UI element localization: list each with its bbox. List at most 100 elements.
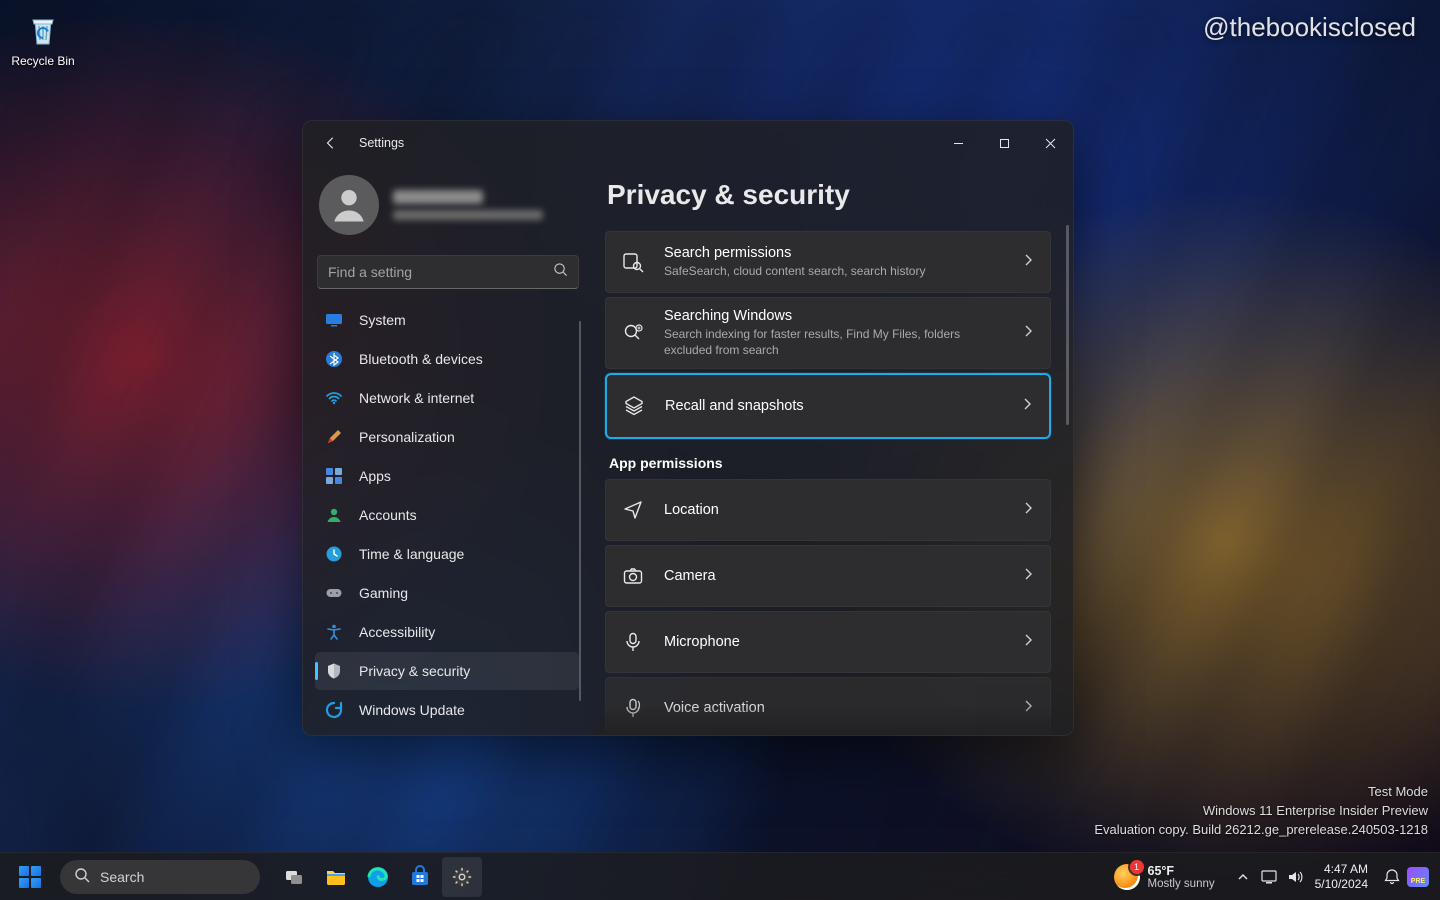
nav-update[interactable]: Windows Update	[315, 691, 579, 723]
page-title: Privacy & security	[607, 179, 1051, 211]
store-icon	[408, 865, 432, 889]
voice-icon	[622, 697, 644, 719]
cards-top: Search permissions SafeSearch, cloud con…	[605, 231, 1051, 439]
watermark-line-2: Windows 11 Enterprise Insider Preview	[1094, 802, 1428, 821]
tray-volume-icon[interactable]	[1283, 862, 1307, 892]
weather-desc: Mostly sunny	[1148, 878, 1215, 890]
card-voice[interactable]: Voice activation	[605, 677, 1051, 735]
weather-widget[interactable]: 1 65°F Mostly sunny	[1114, 864, 1215, 890]
file-explorer-button[interactable]	[316, 857, 356, 897]
profile-email-blurred	[393, 210, 543, 220]
nav-label: Accessibility	[359, 624, 435, 640]
profile-block[interactable]	[313, 171, 583, 249]
nav-label: Bluetooth & devices	[359, 351, 483, 367]
titlebar[interactable]: Settings	[303, 121, 1073, 165]
nav-list: System Bluetooth & devices Network & int…	[313, 301, 583, 723]
watermark-line-1: Test Mode	[1094, 783, 1428, 802]
nav-bluetooth[interactable]: Bluetooth & devices	[315, 340, 579, 378]
recycle-bin-icon	[23, 10, 63, 50]
card-microphone[interactable]: Microphone	[605, 611, 1051, 673]
apps-icon	[325, 467, 343, 485]
pre-badge: PRE	[1407, 867, 1429, 887]
card-title: Search permissions	[664, 245, 1002, 261]
close-button[interactable]	[1027, 121, 1073, 165]
microphone-icon	[622, 631, 644, 653]
card-location[interactable]: Location	[605, 479, 1051, 541]
task-view-button[interactable]	[274, 857, 314, 897]
chevron-right-icon	[1022, 324, 1034, 342]
content-scrollbar[interactable]	[1066, 225, 1069, 721]
edge-button[interactable]	[358, 857, 398, 897]
search-input[interactable]	[328, 264, 545, 280]
tray-date: 5/10/2024	[1315, 877, 1368, 892]
nav-accessibility[interactable]: Accessibility	[315, 613, 579, 651]
card-title: Searching Windows	[664, 308, 1002, 324]
card-recall[interactable]: Recall and snapshots	[605, 373, 1051, 439]
cards-permissions: Location Camera Microphone	[605, 479, 1051, 735]
search-permissions-icon	[622, 251, 644, 273]
gear-icon	[451, 866, 473, 888]
desktop: Recycle Bin @thebookisclosed Test Mode W…	[0, 0, 1440, 900]
profile-name-blurred	[393, 190, 483, 204]
watermark-handle: @thebookisclosed	[1203, 12, 1416, 43]
card-title: Microphone	[664, 634, 1002, 650]
task-view-icon	[283, 866, 305, 888]
back-button[interactable]	[317, 129, 345, 157]
store-button[interactable]	[400, 857, 440, 897]
card-title: Location	[664, 502, 1002, 518]
camera-icon	[622, 565, 644, 587]
nav-time[interactable]: Time & language	[315, 535, 579, 573]
settings-taskbar-button[interactable]	[442, 857, 482, 897]
nav-network[interactable]: Network & internet	[315, 379, 579, 417]
tray-notifications-icon[interactable]	[1380, 862, 1404, 892]
nav-scrollbar[interactable]	[579, 301, 581, 723]
nav-personalization[interactable]: Personalization	[315, 418, 579, 456]
maximize-button[interactable]	[981, 121, 1027, 165]
start-button[interactable]	[10, 857, 50, 897]
minimize-button[interactable]	[935, 121, 981, 165]
app-permissions-header: App permissions	[609, 455, 1051, 471]
taskbar-search-label: Search	[100, 869, 144, 885]
clock-icon	[325, 545, 343, 563]
tray-vm-icon[interactable]	[1257, 862, 1281, 892]
chevron-right-icon	[1022, 501, 1034, 519]
card-camera[interactable]: Camera	[605, 545, 1051, 607]
system-tray: 4:47 AM 5/10/2024 PRE	[1231, 862, 1430, 892]
settings-search[interactable]	[317, 255, 579, 289]
nav-label: Accounts	[359, 507, 417, 523]
taskbar: Search	[0, 852, 1440, 900]
folder-icon	[324, 865, 348, 889]
display-icon	[325, 311, 343, 329]
card-title: Camera	[664, 568, 1002, 584]
nav-gaming[interactable]: Gaming	[315, 574, 579, 612]
recycle-bin-desktop-icon[interactable]: Recycle Bin	[8, 10, 78, 68]
location-icon	[622, 499, 644, 521]
chevron-right-icon	[1022, 253, 1034, 271]
person-icon	[325, 506, 343, 524]
chevron-right-icon	[1022, 633, 1034, 651]
nav-privacy[interactable]: Privacy & security	[315, 652, 579, 690]
card-search-permissions[interactable]: Search permissions SafeSearch, cloud con…	[605, 231, 1051, 293]
tray-overflow-button[interactable]	[1231, 862, 1255, 892]
gamepad-icon	[325, 584, 343, 602]
profile-text	[393, 190, 543, 220]
bluetooth-icon	[325, 350, 343, 368]
avatar-icon	[319, 175, 379, 235]
accessibility-icon	[325, 623, 343, 641]
nav-system[interactable]: System	[315, 301, 579, 339]
taskbar-search[interactable]: Search	[60, 860, 260, 894]
tray-clock[interactable]: 4:47 AM 5/10/2024	[1315, 862, 1368, 892]
nav-apps[interactable]: Apps	[315, 457, 579, 495]
card-searching-windows[interactable]: Searching Windows Search indexing for fa…	[605, 297, 1051, 369]
chevron-right-icon	[1022, 699, 1034, 717]
chevron-right-icon	[1021, 397, 1033, 415]
settings-window: Settings	[302, 120, 1074, 736]
window-controls	[935, 121, 1073, 165]
nav-accounts[interactable]: Accounts	[315, 496, 579, 534]
tray-insider-icon[interactable]: PRE	[1406, 862, 1430, 892]
indexing-icon	[622, 322, 644, 344]
nav-label: Apps	[359, 468, 391, 484]
nav-label: System	[359, 312, 406, 328]
tray-time: 4:47 AM	[1315, 862, 1368, 877]
nav-label: Gaming	[359, 585, 408, 601]
